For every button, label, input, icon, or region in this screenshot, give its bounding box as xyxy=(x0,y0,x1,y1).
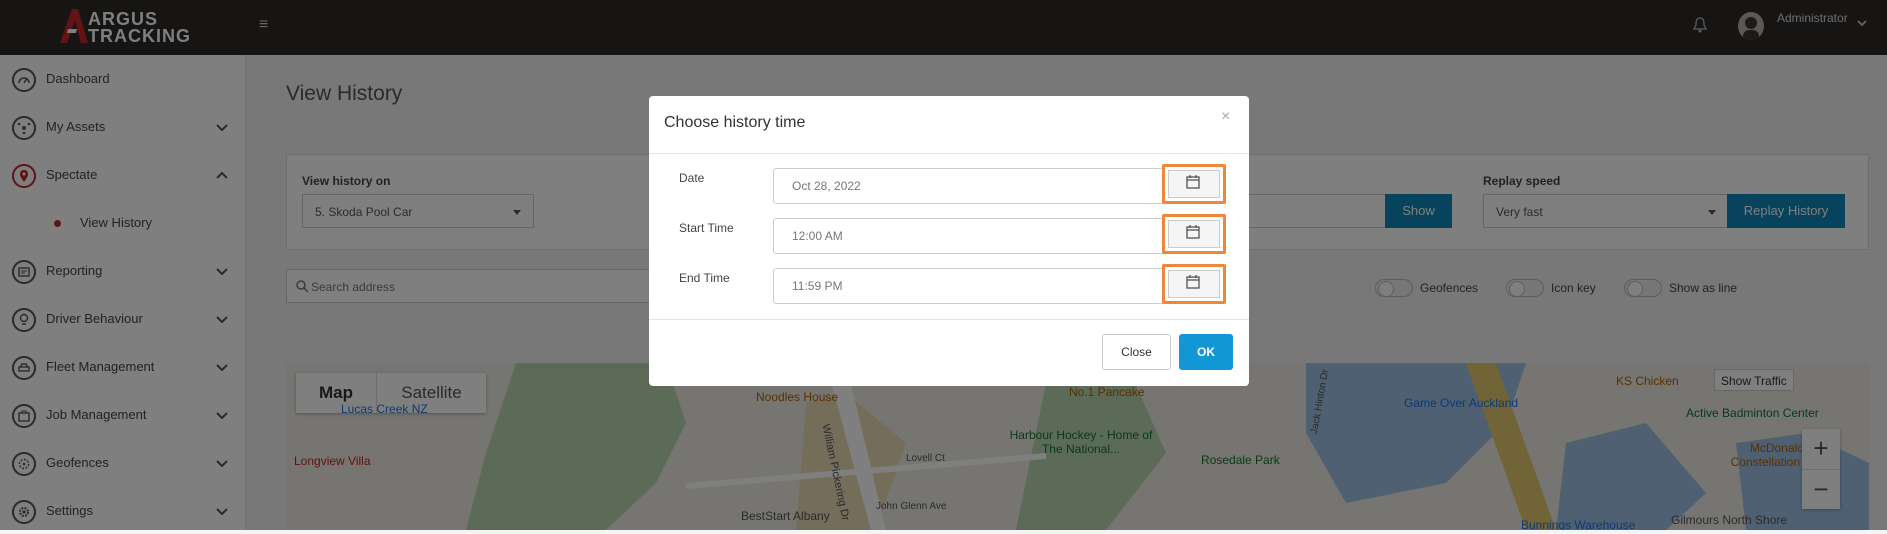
start-time-input[interactable] xyxy=(773,218,1173,254)
date-picker-button[interactable] xyxy=(1162,164,1226,204)
divider xyxy=(649,319,1249,320)
start-time-picker-button[interactable] xyxy=(1162,214,1226,254)
end-time-label: End Time xyxy=(679,271,730,285)
end-time-picker-button[interactable] xyxy=(1162,264,1226,304)
end-time-input[interactable] xyxy=(773,268,1173,304)
dialog-title: Choose history time xyxy=(664,114,806,131)
ok-button[interactable]: OK xyxy=(1179,334,1233,370)
history-time-dialog: Choose history time × Date Start Time En… xyxy=(649,96,1249,386)
calendar-icon xyxy=(1186,175,1200,189)
close-button[interactable]: Close xyxy=(1102,334,1171,370)
start-time-label: Start Time xyxy=(679,221,734,235)
date-label: Date xyxy=(679,171,705,185)
divider xyxy=(649,153,1249,154)
calendar-icon xyxy=(1186,225,1200,239)
close-icon[interactable]: × xyxy=(1221,108,1230,126)
calendar-icon xyxy=(1186,275,1200,289)
date-input[interactable] xyxy=(773,168,1173,204)
